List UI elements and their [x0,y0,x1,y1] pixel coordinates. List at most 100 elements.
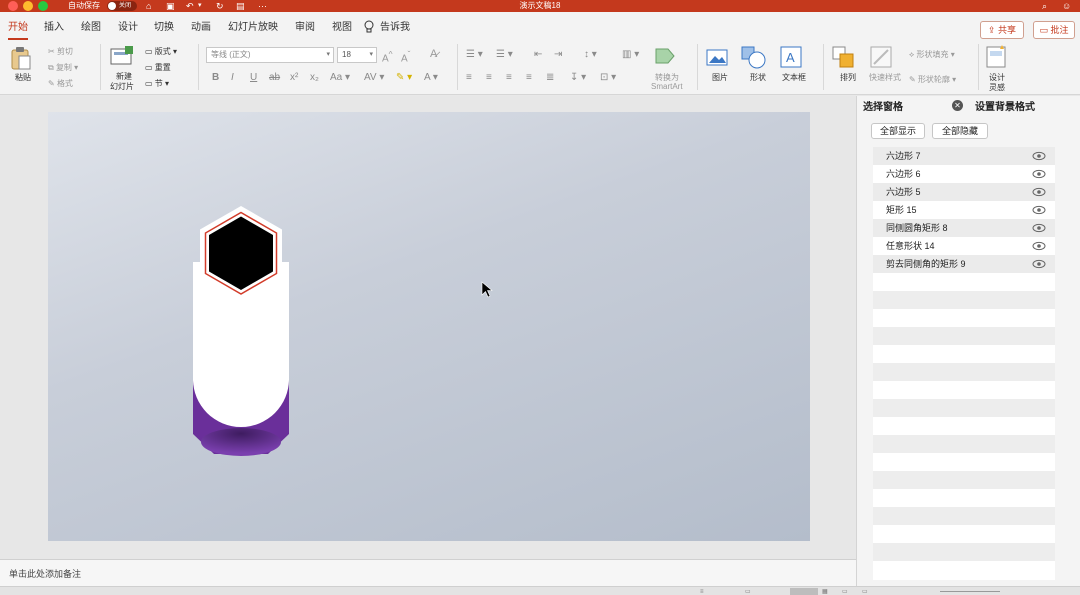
copy-button[interactable]: ⧉ 复制 ▾ [48,62,78,73]
pane-scrollbar[interactable] [1055,147,1063,580]
text-direction-icon[interactable]: ↧ ▾ [570,72,586,83]
superscript-icon[interactable]: x² [290,72,298,83]
bullets-icon[interactable]: ☰ ▾ [466,49,483,60]
tab-slideshow[interactable]: 幻灯片放映 [228,12,278,40]
increase-indent-icon[interactable]: ⇥ [554,49,562,60]
font-size-select[interactable]: 18 ▾ [337,47,377,63]
line-spacing-icon[interactable]: ↕ ▾ [584,49,597,60]
shrink-font-icon[interactable]: Aˇ [401,49,410,64]
list-item[interactable]: 剪去同侧角的矩形 9 [873,255,1055,273]
search-icon[interactable]: ⌕ [1042,0,1047,12]
designer-icon[interactable] [986,45,1008,69]
comments-toggle-icon[interactable]: ▭ [745,588,751,595]
bold-icon[interactable]: B [212,72,219,83]
hide-all-button[interactable]: 全部隐藏 [932,123,988,139]
font-color-icon[interactable]: A ▾ [424,72,438,83]
section-button[interactable]: ▭ 节 ▾ [145,78,169,89]
show-all-button[interactable]: 全部显示 [871,123,925,139]
selection-list: 六边形 7 六边形 6 六边形 5 矩形 15 同侧圆角矩形 8 任意形状 14… [873,147,1063,580]
notes-pane[interactable]: 单击此处添加备注 [0,559,856,586]
list-item[interactable]: 六边形 5 [873,183,1055,201]
tab-animations[interactable]: 动画 [191,12,211,40]
smartart-icon[interactable] [654,46,676,66]
share-button[interactable]: ⇪ 共享 [980,21,1024,39]
quick-styles-icon[interactable] [870,46,894,70]
align-left-icon[interactable]: ≡ [466,72,472,83]
list-item[interactable]: 任意形状 14 [873,237,1055,255]
eye-icon[interactable] [1032,151,1046,161]
slideshow-view-button[interactable]: ▭ [862,588,868,595]
list-item[interactable]: 六边形 6 [873,165,1055,183]
tab-transitions[interactable]: 切换 [154,12,174,40]
columns-icon[interactable]: ▥ ▾ [622,49,639,60]
numbering-icon[interactable]: ☰ ▾ [496,49,513,60]
empty-row [873,417,1055,435]
textbox-icon[interactable]: A [780,46,802,68]
tab-design[interactable]: 设计 [118,12,138,40]
subscript-icon[interactable]: x₂ [310,72,319,83]
eye-icon[interactable] [1032,259,1046,269]
list-item[interactable]: 同侧圆角矩形 8 [873,219,1055,237]
align-center-icon[interactable]: ≡ [486,72,492,83]
tab-selection-pane[interactable]: 选择窗格 [863,98,903,113]
character-spacing-icon[interactable]: AV ▾ [364,72,384,83]
normal-view-button[interactable] [790,588,818,595]
mouse-cursor-icon [481,281,493,298]
shape-outline-label: 形状轮廓 [917,75,950,84]
grow-font-icon[interactable]: A^ [382,49,393,64]
reading-view-button[interactable]: ▭ [842,588,848,595]
tab-draw[interactable]: 绘图 [81,12,101,40]
eye-icon[interactable] [1032,223,1046,233]
eye-icon[interactable] [1032,187,1046,197]
document-title: 演示文稿18 [519,1,561,10]
decrease-indent-icon[interactable]: ⇤ [534,49,542,60]
tab-tell-me[interactable]: 告诉我 [380,12,410,40]
distributed-icon[interactable]: ≣ [546,72,554,83]
list-item[interactable]: 矩形 15 [873,201,1055,219]
eye-icon[interactable] [1032,169,1046,179]
comments-button[interactable]: ▭ 批注 [1033,21,1075,39]
clear-format-icon[interactable]: A̷ [430,48,437,60]
strikethrough-icon[interactable]: ab [269,72,280,83]
divider [823,44,824,90]
tab-format-background[interactable]: 设置背景格式 [975,98,1035,113]
tab-view[interactable]: 视图 [332,12,352,40]
slide-sorter-view-button[interactable]: ▦ [822,588,828,595]
font-name-select[interactable]: 等线 (正文) ▾ [206,47,334,63]
align-text-icon[interactable]: ⊡ ▾ [600,72,616,83]
eye-icon[interactable] [1032,241,1046,251]
highlight-icon[interactable]: ✎ ▾ [396,72,412,83]
paste-icon[interactable] [10,46,32,70]
notes-toggle-icon[interactable]: ≡ [700,588,704,595]
reset-button[interactable]: ▭ 重置 [145,62,171,73]
close-icon[interactable]: ✕ [952,100,963,111]
picture-icon[interactable] [706,48,730,68]
account-icon[interactable]: ☺ [1062,0,1071,12]
shape-outline-button[interactable]: ✎ 形状轮廓 ▾ [909,74,956,85]
justify-icon[interactable]: ≡ [526,72,532,83]
list-item[interactable]: 六边形 7 [873,147,1055,165]
tab-review[interactable]: 审阅 [295,12,315,40]
divider [198,44,199,90]
empty-row [873,561,1055,579]
change-case-icon[interactable]: Aa ▾ [330,72,350,83]
freeform-shape-14[interactable] [201,428,281,456]
list-item-label: 六边形 7 [886,151,921,161]
textbox-label: 文本框 [782,73,806,82]
new-slide-icon[interactable] [110,46,134,66]
align-right-icon[interactable]: ≡ [506,72,512,83]
shapes-icon[interactable] [741,46,767,70]
cut-button[interactable]: ✂ 剪切 [48,46,73,57]
format-painter-button[interactable]: ✎ 格式 [48,78,73,89]
arrange-icon[interactable] [832,46,856,70]
tab-insert[interactable]: 插入 [44,12,64,40]
ribbon-tabs: 开始 插入 绘图 设计 切换 动画 幻灯片放映 审阅 视图 告诉我 ⇪ 共享 ▭… [0,12,1080,40]
shape-fill-button[interactable]: ⟡ 形状填充 ▾ [909,49,955,60]
zoom-slider[interactable] [940,591,1000,592]
italic-icon[interactable]: I [231,72,234,83]
layout-button[interactable]: ▭ 版式 ▾ [145,46,177,57]
underline-icon[interactable]: U [250,72,257,83]
eye-icon[interactable] [1032,205,1046,215]
slide-canvas[interactable] [48,112,810,541]
tab-home[interactable]: 开始 [8,12,28,40]
